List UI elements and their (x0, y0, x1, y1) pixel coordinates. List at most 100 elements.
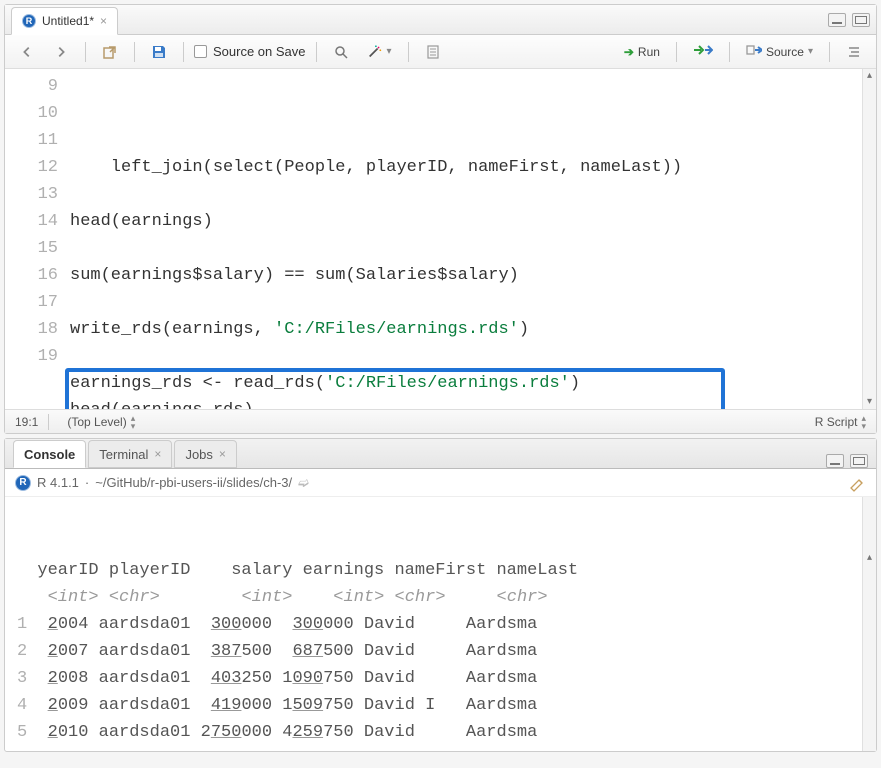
separator (676, 42, 677, 62)
language-label: R Script (815, 415, 858, 429)
separator (408, 42, 409, 62)
scope-selector[interactable]: (Top Level) ▴▾ (67, 414, 135, 430)
code-line[interactable]: sum(earnings$salary) == sum(Salaries$sal… (70, 262, 876, 289)
goto-dir-icon[interactable]: ➫ (298, 475, 309, 491)
separator (85, 42, 86, 62)
editor-toolbar: Source on Save ▾ ➔ Run (5, 35, 876, 69)
scroll-up-icon[interactable]: ▴ (863, 69, 876, 83)
close-tab-icon[interactable]: × (219, 447, 226, 461)
find-button[interactable] (327, 41, 355, 63)
r-logo-icon: R (15, 475, 31, 491)
code-line[interactable]: left_join(select(People, playerID, nameF… (70, 154, 876, 181)
working-dir[interactable]: ~/GitHub/r-pbi-users-ii/slides/ch-3/ (95, 475, 292, 490)
console-line: 5 2010 aardsda01 2750000 4259750 David A… (17, 719, 864, 746)
console-line: 1 2004 aardsda01 300000 300000 David Aar… (17, 611, 864, 638)
clear-console-icon[interactable] (848, 474, 866, 492)
separator (316, 42, 317, 62)
editor-tab-label: Untitled1* (42, 14, 94, 28)
r-version: R 4.1.1 (37, 475, 79, 490)
console-scrollbar[interactable]: ▴ (862, 497, 876, 751)
tab-jobs-label: Jobs (185, 447, 212, 462)
separator (729, 42, 730, 62)
minimize-pane-icon[interactable] (828, 13, 846, 27)
console-line: 4 2009 aardsda01 419000 1509750 David I … (17, 692, 864, 719)
scope-label: (Top Level) (67, 415, 126, 429)
code-line[interactable] (70, 343, 876, 370)
run-button[interactable]: ➔ Run (618, 42, 666, 62)
tab-terminal[interactable]: Terminal × (88, 440, 172, 468)
chevron-down-icon: ▾ (808, 46, 813, 57)
tab-terminal-label: Terminal (99, 447, 148, 462)
console-line: 6 2011 aardsda01 4500000 8759750 David A… (17, 746, 864, 751)
source-on-save-label: Source on Save (213, 44, 306, 59)
search-icon (333, 44, 349, 60)
tab-console-label: Console (24, 447, 75, 462)
maximize-pane-icon[interactable] (852, 13, 870, 27)
minimize-pane-icon[interactable] (826, 454, 844, 468)
language-selector[interactable]: R Script ▴▾ (815, 414, 866, 430)
scroll-up-icon[interactable]: ▴ (863, 551, 876, 565)
editor-tab-row: R Untitled1* × (5, 5, 876, 35)
line-gutter: 910111213141516171819 (5, 69, 70, 409)
console-info-bar: R R 4.1.1 · ~/GitHub/r-pbi-users-ii/slid… (5, 469, 876, 497)
separator (829, 42, 830, 62)
run-arrow-icon: ➔ (624, 45, 634, 59)
console-line: 3 2008 aardsda01 403250 1090750 David Aa… (17, 665, 864, 692)
rerun-button[interactable] (687, 40, 719, 63)
code-line[interactable]: head(earnings_rds) (70, 397, 876, 409)
run-label: Run (638, 45, 660, 59)
code-area[interactable]: left_join(select(People, playerID, nameF… (70, 69, 876, 409)
wand-icon (367, 44, 383, 60)
separator (48, 414, 49, 430)
source-button[interactable]: Source ▾ (740, 40, 819, 63)
close-tab-icon[interactable]: × (100, 14, 107, 28)
updown-icon: ▴▾ (131, 414, 136, 430)
tab-jobs[interactable]: Jobs × (174, 440, 236, 468)
tab-console[interactable]: Console (13, 440, 86, 468)
save-button[interactable] (145, 41, 173, 63)
console-output[interactable]: yearID playerID salary earnings nameFirs… (5, 497, 876, 751)
notebook-icon (425, 44, 441, 60)
arrow-right-icon (53, 44, 69, 60)
info-dot: · (85, 475, 89, 490)
code-line[interactable]: write_rds(earnings, 'C:/RFiles/earnings.… (70, 316, 876, 343)
nav-forward-button[interactable] (47, 41, 75, 63)
scroll-down-icon[interactable]: ▾ (863, 395, 876, 409)
editor-scrollbar[interactable]: ▴ ▾ (862, 69, 876, 409)
source-editor-pane: R Untitled1* × (4, 4, 877, 434)
show-in-new-window-button[interactable] (96, 41, 124, 63)
nav-back-button[interactable] (13, 41, 41, 63)
updown-icon: ▴▾ (861, 414, 866, 430)
console-tab-row: Console Terminal × Jobs × (5, 439, 876, 469)
cursor-position: 19:1 (15, 415, 38, 429)
save-icon (151, 44, 167, 60)
outline-icon (846, 44, 862, 60)
editor-tab-untitled1[interactable]: R Untitled1* × (11, 7, 118, 35)
console-line: yearID playerID salary earnings nameFirs… (17, 557, 864, 584)
editor-status-bar: 19:1 (Top Level) ▴▾ R Script ▴▾ (5, 409, 876, 433)
source-on-save-checkbox[interactable] (194, 45, 207, 58)
code-line[interactable]: head(earnings) (70, 208, 876, 235)
separator (183, 42, 184, 62)
code-tools-button[interactable]: ▾ (361, 41, 398, 63)
code-line[interactable] (70, 181, 876, 208)
source-label: Source (766, 45, 804, 59)
popout-icon (102, 44, 118, 60)
code-line[interactable]: earnings_rds <- read_rds('C:/RFiles/earn… (70, 370, 876, 397)
console-line: <int> <chr> <int> <int> <chr> <chr> (17, 584, 864, 611)
rerun-icon (693, 43, 713, 60)
r-file-icon: R (22, 14, 36, 28)
chevron-down-icon: ▾ (387, 46, 392, 57)
console-line: 2 2007 aardsda01 387500 687500 David Aar… (17, 638, 864, 665)
separator (134, 42, 135, 62)
arrow-left-icon (19, 44, 35, 60)
outline-button[interactable] (840, 41, 868, 63)
maximize-pane-icon[interactable] (850, 454, 868, 468)
code-editor[interactable]: 910111213141516171819 left_join(select(P… (5, 69, 876, 409)
code-line[interactable] (70, 235, 876, 262)
code-line[interactable] (70, 289, 876, 316)
console-pane: Console Terminal × Jobs × R R 4.1.1 · ~/… (4, 438, 877, 752)
source-icon (746, 43, 762, 60)
close-tab-icon[interactable]: × (154, 447, 161, 461)
compile-report-button[interactable] (419, 41, 447, 63)
